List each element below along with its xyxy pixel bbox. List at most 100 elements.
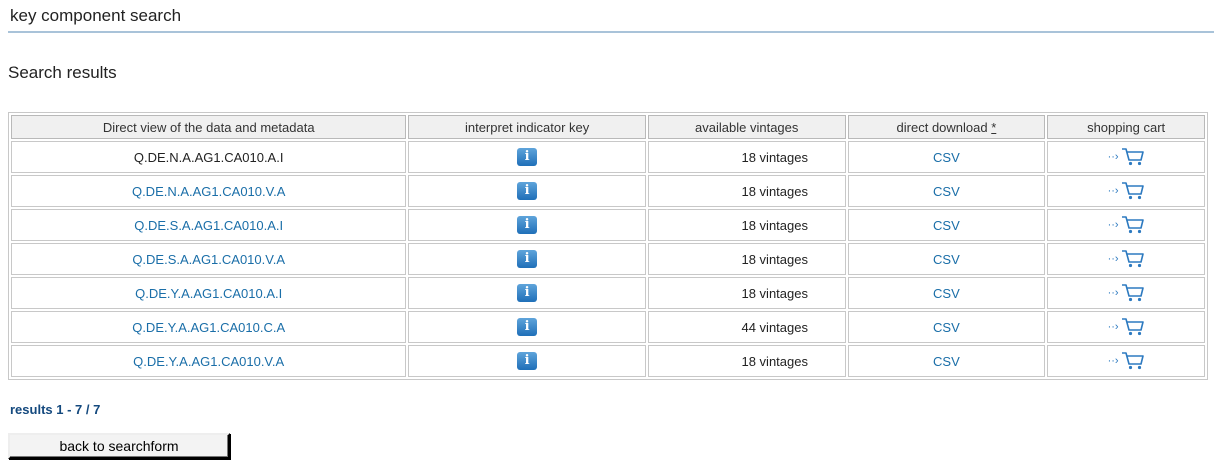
- indicator-cell: i: [408, 345, 646, 377]
- arrow-icon: ··›: [1107, 287, 1119, 299]
- table-row: Q.DE.Y.A.AG1.CA010.C.A i 44 vintages CSV ··›: [11, 311, 1205, 343]
- header-vintages: available vintages: [647, 115, 846, 139]
- series-key-link[interactable]: Q.DE.Y.A.AG1.CA010.C.A: [132, 320, 285, 335]
- cart-cell: ··›: [1047, 277, 1205, 309]
- download-cell: CSV: [847, 311, 1046, 343]
- csv-download-link[interactable]: CSV: [933, 354, 960, 369]
- vintages-count: 18 vintages: [741, 183, 808, 199]
- download-cell: CSV: [847, 141, 1046, 173]
- info-icon[interactable]: i: [517, 284, 538, 302]
- table-row: Q.DE.N.A.AG1.CA010.A.I i 18 vintages CSV ··›: [11, 141, 1205, 173]
- cart-cell: ··›: [1047, 311, 1205, 343]
- cart-cell: ··›: [1047, 141, 1205, 173]
- vintages-cell: 18 vintages: [647, 277, 846, 309]
- table-row: Q.DE.Y.A.AG1.CA010.A.I i 18 vintages CSV ··›: [11, 277, 1205, 309]
- add-to-cart-button[interactable]: ··›: [1108, 147, 1145, 167]
- cart-cell: ··›: [1047, 175, 1205, 207]
- shopping-cart-icon: [1121, 351, 1145, 371]
- arrow-icon: ··›: [1107, 355, 1119, 367]
- shopping-cart-icon: [1121, 181, 1145, 201]
- csv-download-link[interactable]: CSV: [933, 150, 960, 165]
- indicator-cell: i: [408, 141, 646, 173]
- results-pager: results 1 - 7 / 7: [10, 402, 101, 417]
- csv-download-link[interactable]: CSV: [933, 286, 960, 301]
- download-cell: CSV: [847, 175, 1046, 207]
- shopping-cart-icon: [1121, 215, 1145, 235]
- vintages-cell: 44 vintages: [647, 311, 846, 343]
- download-cell: CSV: [847, 243, 1046, 275]
- page-title: key component search: [10, 6, 182, 25]
- add-to-cart-button[interactable]: ··›: [1108, 215, 1145, 235]
- indicator-cell: i: [408, 243, 646, 275]
- csv-download-link[interactable]: CSV: [933, 184, 960, 199]
- series-key-link[interactable]: Q.DE.S.A.AG1.CA010.A.I: [134, 218, 283, 233]
- info-icon[interactable]: i: [517, 216, 538, 234]
- vintages-count: 44 vintages: [741, 319, 808, 335]
- table-header-row: Direct view of the data and metadata int…: [11, 115, 1205, 139]
- header-download: direct download *: [847, 115, 1046, 139]
- arrow-icon: ··›: [1107, 219, 1119, 231]
- title-divider: [8, 31, 1214, 33]
- series-cell: Q.DE.N.A.AG1.CA010.V.A: [11, 175, 407, 207]
- info-icon[interactable]: i: [517, 182, 538, 200]
- arrow-icon: ··›: [1107, 253, 1119, 265]
- vintages-cell: 18 vintages: [647, 243, 846, 275]
- vintages-count: 18 vintages: [741, 149, 808, 165]
- add-to-cart-button[interactable]: ··›: [1108, 283, 1145, 303]
- series-key-link[interactable]: Q.DE.N.A.AG1.CA010.V.A: [132, 184, 285, 199]
- series-cell: Q.DE.Y.A.AG1.CA010.A.I: [11, 277, 407, 309]
- download-footnote-link[interactable]: *: [991, 120, 996, 135]
- download-cell: CSV: [847, 345, 1046, 377]
- csv-download-link[interactable]: CSV: [933, 218, 960, 233]
- results-table: Direct view of the data and metadata int…: [8, 112, 1208, 380]
- vintages-cell: 18 vintages: [647, 209, 846, 241]
- add-to-cart-button[interactable]: ··›: [1108, 249, 1145, 269]
- arrow-icon: ··›: [1107, 151, 1119, 163]
- info-icon[interactable]: i: [517, 318, 538, 336]
- download-cell: CSV: [847, 277, 1046, 309]
- csv-download-link[interactable]: CSV: [933, 252, 960, 267]
- cart-cell: ··›: [1047, 209, 1205, 241]
- download-cell: CSV: [847, 209, 1046, 241]
- header-download-label: direct download: [896, 119, 988, 135]
- info-icon[interactable]: i: [517, 250, 538, 268]
- table-row: Q.DE.S.A.AG1.CA010.A.I i 18 vintages CSV ··›: [11, 209, 1205, 241]
- indicator-cell: i: [408, 311, 646, 343]
- add-to-cart-button[interactable]: ··›: [1108, 351, 1145, 371]
- series-cell: Q.DE.S.A.AG1.CA010.V.A: [11, 243, 407, 275]
- back-to-searchform-button[interactable]: back to searchform: [8, 433, 230, 459]
- info-icon[interactable]: i: [517, 352, 538, 370]
- shopping-cart-icon: [1121, 147, 1145, 167]
- add-to-cart-button[interactable]: ··›: [1108, 317, 1145, 337]
- vintages-count: 18 vintages: [741, 217, 808, 233]
- header-indicator: interpret indicator key: [408, 115, 646, 139]
- indicator-cell: i: [408, 209, 646, 241]
- csv-download-link[interactable]: CSV: [933, 320, 960, 335]
- vintages-cell: 18 vintages: [647, 175, 846, 207]
- shopping-cart-icon: [1121, 317, 1145, 337]
- table-row: Q.DE.S.A.AG1.CA010.V.A i 18 vintages CSV ··›: [11, 243, 1205, 275]
- vintages-count: 18 vintages: [741, 353, 808, 369]
- series-key-link[interactable]: Q.DE.Y.A.AG1.CA010.V.A: [133, 354, 284, 369]
- info-icon[interactable]: i: [517, 148, 538, 166]
- section-title: Search results: [8, 63, 117, 82]
- cart-cell: ··›: [1047, 243, 1205, 275]
- table-row: Q.DE.N.A.AG1.CA010.V.A i 18 vintages CSV ··›: [11, 175, 1205, 207]
- table-row: Q.DE.Y.A.AG1.CA010.V.A i 18 vintages CSV ··›: [11, 345, 1205, 377]
- arrow-icon: ··›: [1107, 185, 1119, 197]
- series-key-link[interactable]: Q.DE.Y.A.AG1.CA010.A.I: [135, 286, 282, 301]
- series-key-link[interactable]: Q.DE.N.A.AG1.CA010.A.I: [134, 150, 284, 165]
- header-cart: shopping cart: [1047, 115, 1205, 139]
- shopping-cart-icon: [1121, 249, 1145, 269]
- series-cell: Q.DE.Y.A.AG1.CA010.C.A: [11, 311, 407, 343]
- results-body: Q.DE.N.A.AG1.CA010.A.I i 18 vintages CSV ··›…: [11, 141, 1205, 377]
- header-series: Direct view of the data and metadata: [11, 115, 407, 139]
- add-to-cart-button[interactable]: ··›: [1108, 181, 1145, 201]
- series-cell: Q.DE.N.A.AG1.CA010.A.I: [11, 141, 407, 173]
- series-key-link[interactable]: Q.DE.S.A.AG1.CA010.V.A: [132, 252, 285, 267]
- arrow-icon: ··›: [1107, 321, 1119, 333]
- series-cell: Q.DE.Y.A.AG1.CA010.V.A: [11, 345, 407, 377]
- indicator-cell: i: [408, 277, 646, 309]
- shopping-cart-icon: [1121, 283, 1145, 303]
- series-cell: Q.DE.S.A.AG1.CA010.A.I: [11, 209, 407, 241]
